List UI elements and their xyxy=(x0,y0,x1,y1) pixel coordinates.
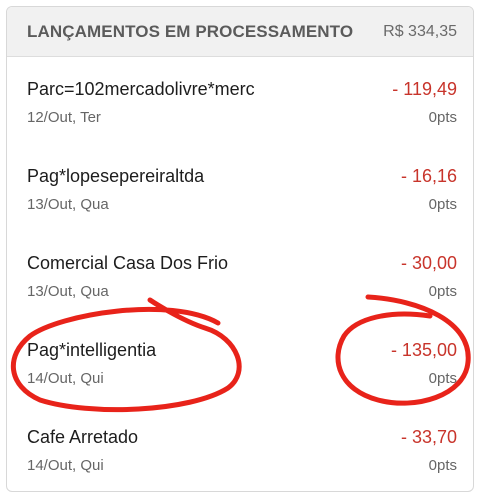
transaction-list: Parc=102mercadolivre*merc 12/Out, Ter - … xyxy=(7,57,473,491)
transaction-points: 0pts xyxy=(428,109,457,126)
transaction-description: Pag*lopesepereiraltda xyxy=(27,166,205,186)
transaction-date: 14/Out, Qui xyxy=(27,370,104,387)
transaction-date: 13/Out, Qua xyxy=(27,196,109,213)
transaction-amount: - 16,16 xyxy=(400,166,457,186)
pending-header: LANÇAMENTOS EM PROCESSAMENTO R$ 334,35 xyxy=(7,7,473,57)
transaction-amount: - 33,70 xyxy=(400,427,457,447)
transaction-description: Cafe Arretado xyxy=(27,427,139,447)
transaction-row[interactable]: Cafe Arretado 14/Out, Qui - 33,70 0pts xyxy=(7,405,473,491)
transaction-row[interactable]: Comercial Casa Dos Frio 13/Out, Qua - 30… xyxy=(7,231,473,318)
transactions-card: LANÇAMENTOS EM PROCESSAMENTO R$ 334,35 P… xyxy=(6,6,474,492)
transaction-date: 13/Out, Qua xyxy=(27,283,109,300)
transaction-row[interactable]: Parc=102mercadolivre*merc 12/Out, Ter - … xyxy=(7,57,473,144)
pending-total: R$ 334,35 xyxy=(383,22,457,40)
transaction-row[interactable]: Pag*intelligentia 14/Out, Qui - 135,00 0… xyxy=(7,318,473,405)
transaction-points: 0pts xyxy=(428,457,457,474)
transaction-row[interactable]: Pag*lopesepereiraltda 13/Out, Qua - 16,1… xyxy=(7,144,473,231)
transaction-description: Parc=102mercadolivre*merc xyxy=(27,79,255,99)
transaction-amount: - 119,49 xyxy=(392,79,457,99)
transaction-date: 14/Out, Qui xyxy=(27,457,104,474)
transaction-amount: - 30,00 xyxy=(400,253,457,273)
transaction-amount: - 135,00 xyxy=(390,340,457,360)
transaction-points: 0pts xyxy=(428,196,457,213)
transaction-points: 0pts xyxy=(428,283,457,300)
pending-title: LANÇAMENTOS EM PROCESSAMENTO xyxy=(27,21,354,41)
transaction-description: Comercial Casa Dos Frio xyxy=(27,253,229,273)
transaction-description: Pag*intelligentia xyxy=(27,340,157,360)
transaction-date: 12/Out, Ter xyxy=(27,109,101,126)
transaction-points: 0pts xyxy=(428,370,457,387)
